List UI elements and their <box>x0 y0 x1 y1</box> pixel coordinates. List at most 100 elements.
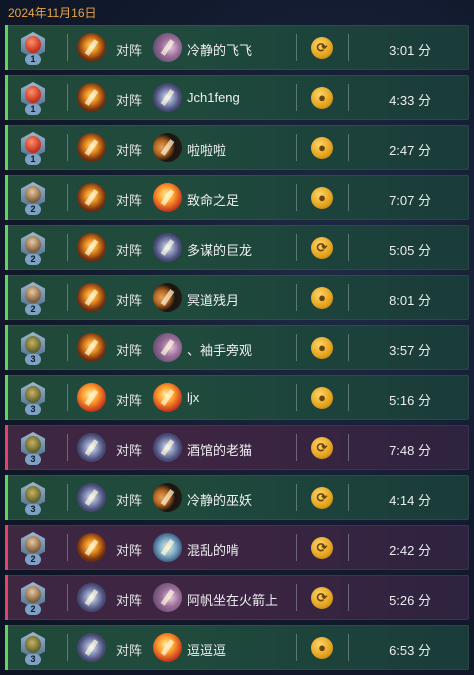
rank-portrait <box>25 136 41 153</box>
opponent-name[interactable]: 阿帆坐在火箭上 <box>187 590 278 609</box>
rank-level: 3 <box>25 504 41 515</box>
match-row-8[interactable]: 3 对阵 ljx ● 5:16 分 <box>5 375 469 420</box>
divider <box>348 184 349 211</box>
opponent-name[interactable]: 啦啦啦 <box>187 140 226 159</box>
coin-icon: ⟳ <box>311 237 333 259</box>
rank-badge-icon: 1 <box>17 80 49 116</box>
my-hero-icon <box>77 183 106 212</box>
divider <box>348 334 349 361</box>
rank-level: 1 <box>25 154 41 165</box>
divider <box>67 34 68 61</box>
divider <box>296 484 297 511</box>
rank-badge-icon: 1 <box>17 30 49 66</box>
my-hero-icon <box>77 583 106 612</box>
match-duration: 3:01 分 <box>389 43 431 58</box>
match-duration: 7:07 分 <box>389 193 431 208</box>
divider <box>67 484 68 511</box>
coin-icon: ● <box>311 337 333 359</box>
match-row-11[interactable]: 2 对阵 混乱的啃 ⟳ 2:42 分 <box>5 525 469 570</box>
opponent-name[interactable]: 多谋的巨龙 <box>187 240 252 259</box>
divider <box>67 434 68 461</box>
opponent-hero-icon <box>153 483 182 512</box>
match-row-5[interactable]: 2 对阵 多谋的巨龙 ⟳ 5:05 分 <box>5 225 469 270</box>
rank-level: 1 <box>25 54 41 65</box>
match-row-9[interactable]: 3 对阵 酒馆的老猫 ⟳ 7:48 分 <box>5 425 469 470</box>
result-indicator <box>5 425 8 470</box>
opponent-name[interactable]: 酒馆的老猫 <box>187 440 252 459</box>
divider <box>296 184 297 211</box>
opponent-hero-icon <box>153 433 182 462</box>
result-indicator <box>5 575 8 620</box>
coin-icon: ● <box>311 137 333 159</box>
opponent-hero-icon <box>153 233 182 262</box>
match-row-2[interactable]: 1 对阵 Jch1feng ● 4:33 分 <box>5 75 469 120</box>
rank-level: 3 <box>25 404 41 415</box>
rank-level: 2 <box>25 204 41 215</box>
opponent-name[interactable]: Jch1feng <box>187 90 240 105</box>
match-row-13[interactable]: 3 对阵 逗逗逗 ● 6:53 分 <box>5 625 469 670</box>
result-indicator <box>5 125 8 170</box>
rank-portrait <box>25 286 41 303</box>
my-hero-icon <box>77 283 106 312</box>
rank-badge-icon: 2 <box>17 580 49 616</box>
match-row-3[interactable]: 1 对阵 啦啦啦 ● 2:47 分 <box>5 125 469 170</box>
rank-portrait <box>25 486 41 503</box>
rank-badge-icon: 2 <box>17 180 49 216</box>
opponent-name[interactable]: 逗逗逗 <box>187 640 226 659</box>
my-hero-icon <box>77 383 106 412</box>
match-row-7[interactable]: 3 对阵 、袖手旁观 ● 3:57 分 <box>5 325 469 370</box>
result-indicator <box>5 225 8 270</box>
opponent-hero-icon <box>153 83 182 112</box>
match-row-6[interactable]: 2 对阵 冥道残月 ● 8:01 分 <box>5 275 469 320</box>
match-duration: 4:14 分 <box>389 493 431 508</box>
match-row-12[interactable]: 2 对阵 阿帆坐在火箭上 ⟳ 5:26 分 <box>5 575 469 620</box>
divider <box>348 434 349 461</box>
match-row-4[interactable]: 2 对阵 致命之足 ● 7:07 分 <box>5 175 469 220</box>
match-duration: 7:48 分 <box>389 443 431 458</box>
divider <box>296 434 297 461</box>
coin-icon: ⟳ <box>311 587 333 609</box>
opponent-hero-icon <box>153 333 182 362</box>
my-hero-icon <box>77 333 106 362</box>
divider <box>348 284 349 311</box>
rank-portrait <box>25 336 41 353</box>
opponent-name[interactable]: 混乱的啃 <box>187 540 239 559</box>
coin-icon: ⟳ <box>311 437 333 459</box>
opponent-name[interactable]: 、袖手旁观 <box>187 340 252 359</box>
match-duration: 6:53 分 <box>389 643 431 658</box>
rank-portrait <box>25 636 41 653</box>
opponent-name[interactable]: 冥道残月 <box>187 290 239 309</box>
rank-level: 3 <box>25 654 41 665</box>
rank-portrait <box>25 586 41 603</box>
vs-label: 对阵 <box>116 43 143 58</box>
match-row-10[interactable]: 3 对阵 冷静的巫妖 ⟳ 4:14 分 <box>5 475 469 520</box>
match-duration: 5:16 分 <box>389 393 431 408</box>
divider <box>296 234 297 261</box>
match-duration: 8:01 分 <box>389 293 431 308</box>
divider <box>296 34 297 61</box>
divider <box>296 284 297 311</box>
match-duration: 5:05 分 <box>389 243 431 258</box>
rank-level: 3 <box>25 354 41 365</box>
my-hero-icon <box>77 83 106 112</box>
opponent-name[interactable]: 致命之足 <box>187 190 239 209</box>
vs-label: 对阵 <box>116 343 143 358</box>
vs-label: 对阵 <box>116 493 143 508</box>
opponent-name[interactable]: 冷静的巫妖 <box>187 490 252 509</box>
vs-label: 对阵 <box>116 443 143 458</box>
vs-label: 对阵 <box>116 393 143 408</box>
divider <box>296 634 297 661</box>
opponent-name[interactable]: ljx <box>187 390 199 405</box>
rank-portrait <box>25 236 41 253</box>
match-history-list: 1 对阵 冷静的飞飞 ⟳ 3:01 分 1 对阵 Jch1feng ● 4:33… <box>5 25 469 675</box>
divider <box>67 384 68 411</box>
opponent-name[interactable]: 冷静的飞飞 <box>187 40 252 59</box>
my-hero-icon <box>77 233 106 262</box>
vs-label: 对阵 <box>116 593 143 608</box>
vs-label: 对阵 <box>116 643 143 658</box>
coin-icon: ⟳ <box>311 37 333 59</box>
rank-portrait <box>25 86 41 103</box>
opponent-hero-icon <box>153 633 182 662</box>
my-hero-icon <box>77 33 106 62</box>
match-row-1[interactable]: 1 对阵 冷静的飞飞 ⟳ 3:01 分 <box>5 25 469 70</box>
